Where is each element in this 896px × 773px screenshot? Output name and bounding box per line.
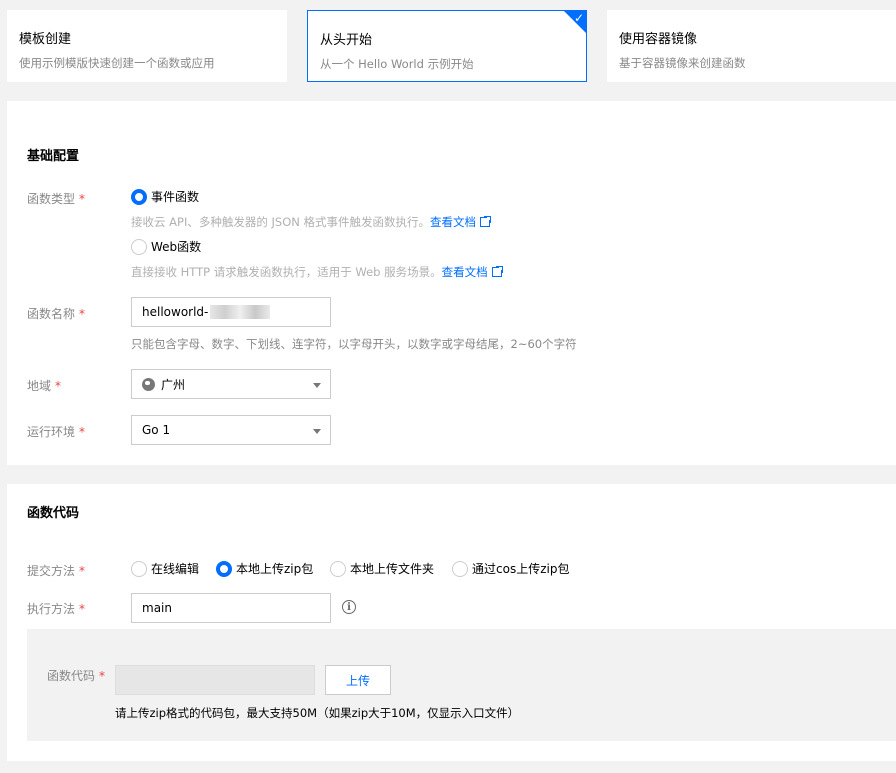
mode-title: 从头开始 <box>320 33 373 48</box>
func-name-input[interactable]: helloworld- <box>131 297 331 327</box>
check-icon: ✓ <box>573 11 584 25</box>
mode-card-from-scratch[interactable]: 从头开始 从一个 Hello World 示例开始 ✓ <box>307 10 587 82</box>
func-name-label: 函数名称 * <box>27 307 86 321</box>
web-help: 直接接收 HTTP 请求触发函数执行，适用于 Web 服务场景。查看文档 <box>131 264 504 280</box>
name-help: 只能包含字母、数字、下划线、连字符，以字母开头，以数字或字母结尾，2~60个字符 <box>131 337 577 351</box>
radio-event-function[interactable]: 事件函数 <box>131 188 199 205</box>
radio-icon <box>131 188 147 205</box>
mode-desc: 基于容器镜像来创建函数 <box>619 56 746 70</box>
info-icon[interactable]: i <box>342 600 356 614</box>
section-title: 函数代码 <box>27 506 80 521</box>
external-link-icon[interactable] <box>480 215 493 227</box>
mode-title: 使用容器镜像 <box>619 32 698 47</box>
event-help: 接收云 API、多种触发器的 JSON 格式事件触发函数执行。查看文档 <box>131 214 493 230</box>
mode-title: 模板创建 <box>19 32 72 47</box>
runtime-label: 运行环境 * <box>27 425 86 439</box>
radio-icon <box>330 560 346 577</box>
exec-method-input[interactable]: main <box>131 593 331 623</box>
radio-online-edit[interactable]: 在线编辑 <box>131 560 199 577</box>
upload-file-field[interactable] <box>115 665 315 695</box>
caret-down-icon <box>313 429 321 434</box>
func-type-label: 函数类型 * <box>27 192 86 206</box>
mode-card-template[interactable]: 模板创建 使用示例模版快速创建一个函数或应用 <box>7 10 287 82</box>
radio-web-function[interactable]: Web函数 <box>131 238 201 255</box>
radio-icon <box>452 560 468 577</box>
globe-icon <box>142 377 155 391</box>
section-title: 基础配置 <box>27 149 80 164</box>
radio-local-folder[interactable]: 本地上传文件夹 <box>330 560 434 577</box>
caret-down-icon <box>313 383 321 388</box>
mode-desc: 使用示例模版快速创建一个函数或应用 <box>19 56 215 70</box>
exec-method-label: 执行方法 * <box>27 602 86 616</box>
mode-card-container-image[interactable]: 使用容器镜像 基于容器镜像来创建函数 <box>607 10 896 82</box>
submit-method-label: 提交方法 * <box>27 564 86 578</box>
region-select[interactable]: 广州 <box>131 369 331 399</box>
basic-config-panel: 基础配置 <box>7 101 896 465</box>
radio-cos-zip[interactable]: 通过cos上传zip包 <box>452 560 569 577</box>
external-link-icon[interactable] <box>491 265 504 277</box>
mode-desc: 从一个 Hello World 示例开始 <box>320 57 474 71</box>
upload-help: 请上传zip格式的代码包，最大支持50M（如果zip大于10M，仅显示入口文件） <box>115 706 520 720</box>
upload-button[interactable]: 上传 <box>325 665 391 695</box>
radio-icon <box>216 560 232 577</box>
code-label: 函数代码 * <box>47 669 106 683</box>
doc-link[interactable]: 查看文档 <box>430 215 476 229</box>
region-label: 地域 * <box>27 379 62 393</box>
radio-icon <box>131 560 147 577</box>
radio-icon <box>131 238 147 255</box>
doc-link[interactable]: 查看文档 <box>442 265 488 279</box>
redacted-text <box>210 305 271 319</box>
radio-local-zip[interactable]: 本地上传zip包 <box>216 560 313 577</box>
runtime-select[interactable]: Go 1 <box>131 415 331 445</box>
